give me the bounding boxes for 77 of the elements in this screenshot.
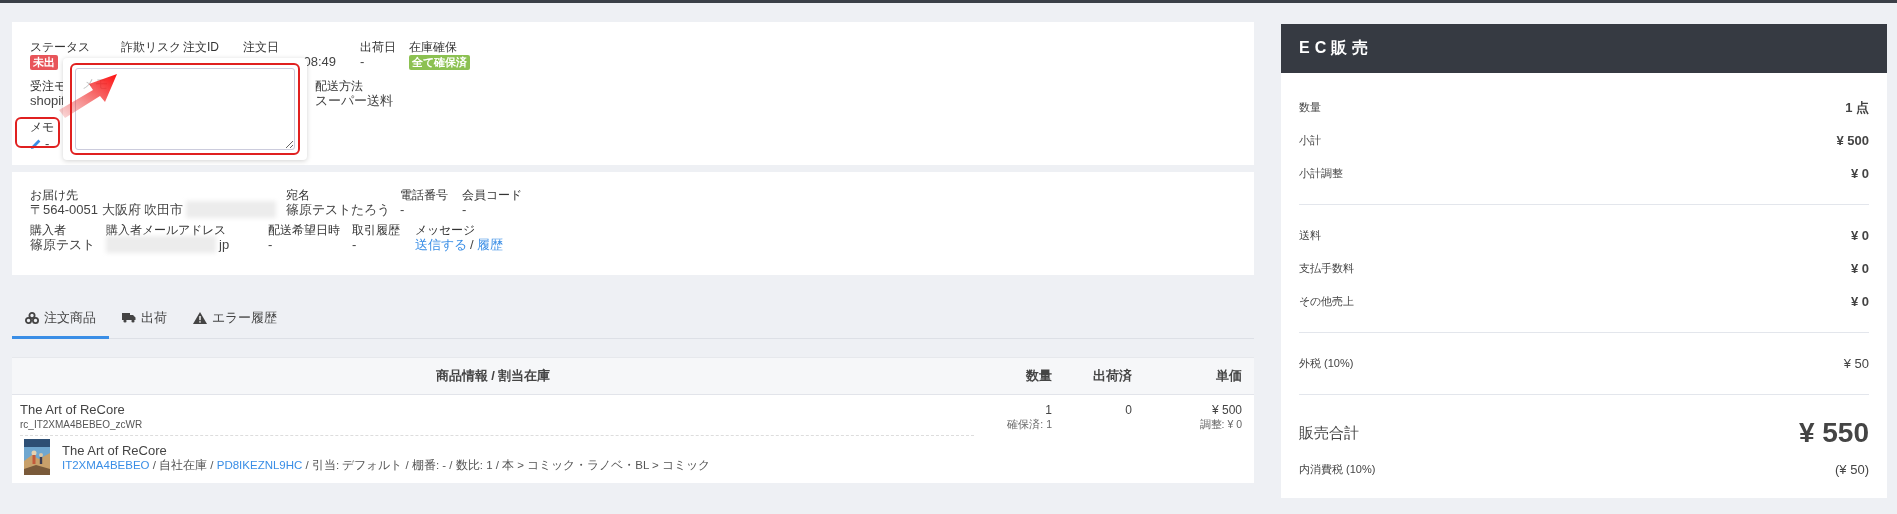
stock-details: IT2XMA4BEBEO / 自社在庫 / PD8IKEZNL9HC / 引当: デフォルト / 棚番: - / 数比: 1 / 本 > コミック・ラノベ・BL > コミック [62, 459, 710, 472]
shipped-count: 0 [1125, 402, 1132, 418]
field-value: - [462, 201, 467, 218]
column-header: 数量 [1025, 367, 1053, 385]
summary-value: ¥ 0 [1850, 261, 1869, 276]
field-value: スーパー送料 [315, 92, 393, 109]
field-value: - [352, 236, 357, 253]
summary-value: ¥ 0 [1850, 166, 1869, 181]
field-label: お届け先 [30, 189, 78, 201]
column-header: 単価 [1215, 367, 1243, 385]
total-label: 販売合計 [1299, 423, 1359, 443]
stock-link[interactable]: PD8IKEZNL9HC [216, 459, 303, 471]
stock-link[interactable]: IT2XMA4BEBEO [62, 459, 150, 471]
field-label: 電話番号 [400, 189, 448, 201]
highlight-frame [15, 117, 60, 148]
field-value: 篠原テストたろう [286, 201, 390, 218]
history-link[interactable]: 履歴 [476, 236, 503, 253]
send-link[interactable]: 送信する [415, 236, 467, 253]
truck-icon [122, 312, 136, 323]
pencil-icon[interactable] [30, 137, 42, 150]
tax-label: 内消費税 (10%) [1299, 461, 1376, 477]
adjustment-note: 調整: ¥ 0 [1199, 418, 1242, 431]
field-label: メッセージ [415, 224, 475, 236]
field-label: 取引履歴 [352, 224, 400, 236]
field-label: 注文ID [183, 41, 219, 53]
tax-value: (¥ 50) [1835, 461, 1869, 477]
quantity: 1 [1045, 402, 1052, 418]
product-sku: rc_IT2XMA4BEBEO_zcWR [20, 418, 144, 431]
reserved-note: 確保済: 1 [1007, 418, 1052, 431]
field-value: - [268, 236, 273, 253]
field-label: 在庫確保 [409, 41, 457, 53]
field-label: 購入者メールアドレス [106, 224, 226, 236]
field-label: 出荷日 [360, 41, 396, 53]
field-value: 〒564-0051 大阪府 吹田市 [30, 201, 184, 218]
summary-value: ¥ 0 [1850, 228, 1869, 243]
status-badge: 全て確保済 [409, 55, 470, 70]
field-label: 配送希望日時 [268, 224, 340, 236]
summary-label: 送料 [1299, 228, 1321, 243]
summary-label: 支払手数料 [1299, 261, 1354, 276]
panel-title: EC販売 [1299, 38, 1374, 58]
field-label: ステータス [30, 41, 90, 53]
field-label: 購入者 [30, 224, 66, 236]
summary-value: ¥ 0 [1850, 294, 1869, 309]
warning-icon [193, 311, 207, 324]
field-label: 受注モ [30, 80, 66, 92]
summary-label: 数量 [1299, 100, 1321, 115]
cubes-icon [25, 311, 39, 324]
summary-label: 外税 (10%) [1299, 356, 1354, 371]
status-badge: 未出 [30, 55, 58, 70]
product-title: The Art of ReCore [62, 443, 168, 459]
tab[interactable]: 出荷 [109, 299, 180, 339]
field-value: - [45, 135, 50, 152]
product-title: The Art of ReCore [20, 402, 126, 418]
column-header: 商品情報 / 割当在庫 [434, 367, 552, 385]
field-value: jp [219, 236, 230, 253]
summary-value: ¥ 500 [1836, 133, 1869, 148]
field-value: 篠原テスト [30, 236, 95, 253]
field-label: 宛名 [286, 189, 310, 201]
field-label: 注文日 [243, 41, 279, 53]
field-value: - [360, 53, 365, 70]
tab[interactable]: エラー履歴 [180, 299, 290, 339]
field-label: 会員コード [462, 189, 522, 201]
summary-value: ¥ 50 [1843, 356, 1869, 371]
field-label: 詐欺リスク [121, 41, 181, 53]
summary-label: 小計調整 [1299, 166, 1343, 181]
field-label: 配送方法 [315, 80, 363, 92]
unit-price: ¥ 500 [1211, 402, 1242, 418]
total-value: ¥ 550 [1798, 417, 1869, 449]
field-value: - [400, 201, 405, 218]
tab[interactable]: 注文商品 [12, 299, 109, 339]
field-value: shopif [30, 92, 65, 109]
summary-label: 小計 [1299, 133, 1321, 148]
summary-value: 1 点 [1845, 98, 1869, 117]
field-label: メモ [30, 121, 54, 133]
summary-label: その他売上 [1299, 294, 1354, 309]
column-header: 出荷済 [1092, 367, 1133, 385]
link-separator: / [470, 236, 474, 253]
